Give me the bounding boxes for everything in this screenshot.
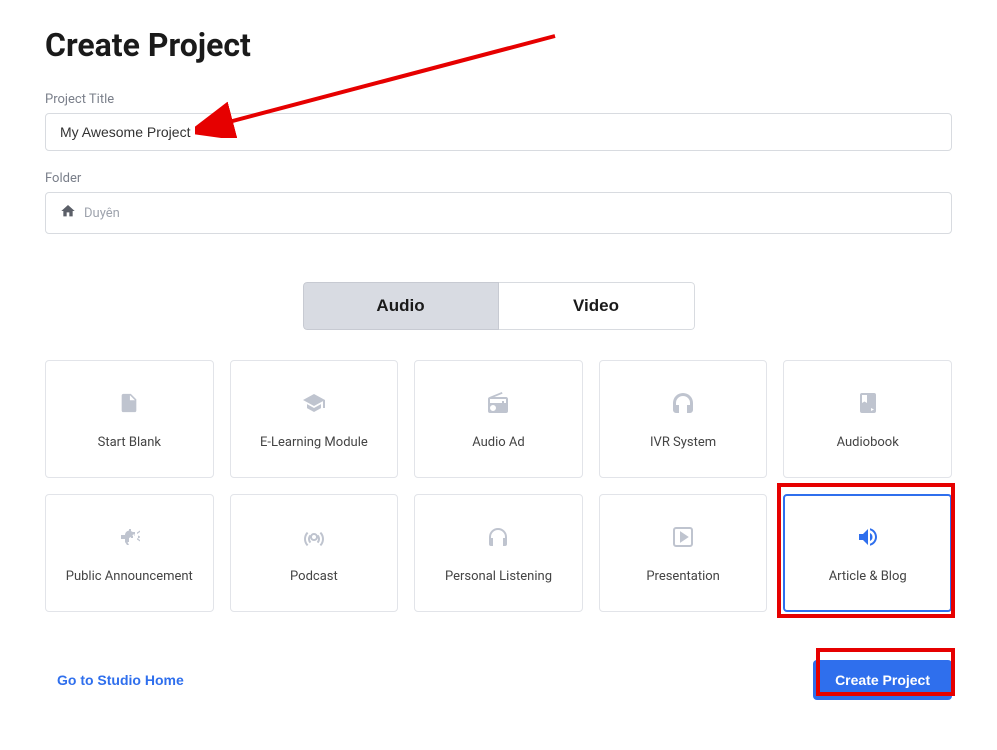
type-card-audiobook[interactable]: Audiobook (783, 360, 952, 478)
type-card-audio-ad[interactable]: Audio Ad (414, 360, 583, 478)
create-project-button[interactable]: Create Project (813, 660, 952, 700)
volume-icon (856, 525, 880, 549)
project-title-field: Project Title (45, 92, 952, 151)
page-title: Create Project (45, 26, 952, 64)
card-label: E-Learning Module (260, 435, 368, 450)
type-card-start-blank[interactable]: Start Blank (45, 360, 214, 478)
tab-video[interactable]: Video (499, 282, 695, 330)
type-card-presentation[interactable]: Presentation (599, 494, 768, 612)
type-card-personal-listening[interactable]: Personal Listening (414, 494, 583, 612)
tab-audio[interactable]: Audio (303, 282, 499, 330)
file-icon (118, 391, 140, 415)
studio-home-link[interactable]: Go to Studio Home (45, 662, 196, 698)
type-card-public-announcement[interactable]: Public Announcement (45, 494, 214, 612)
broadcast-icon (302, 525, 326, 549)
card-label: Audio Ad (472, 435, 525, 450)
card-label: Personal Listening (445, 569, 552, 584)
folder-label: Folder (45, 171, 952, 186)
megaphone-icon (117, 525, 141, 549)
graduation-icon (302, 391, 326, 415)
card-label: Start Blank (98, 435, 161, 450)
type-card-article-blog[interactable]: Article & Blog (783, 494, 952, 612)
card-label: Podcast (290, 569, 338, 584)
home-icon (60, 203, 76, 223)
folder-field: Folder Duyên (45, 171, 952, 234)
type-card-podcast[interactable]: Podcast (230, 494, 399, 612)
media-type-toggle: Audio Video (45, 282, 952, 330)
type-card-ivr[interactable]: IVR System (599, 360, 768, 478)
project-title-input[interactable] (45, 113, 952, 151)
radio-icon (486, 391, 510, 415)
book-icon (856, 391, 880, 415)
folder-input[interactable]: Duyên (45, 192, 952, 234)
project-title-label: Project Title (45, 92, 952, 107)
project-type-grid: Start Blank E-Learning Module Audio Ad I… (45, 360, 952, 612)
card-label: Public Announcement (66, 569, 193, 584)
card-label: Presentation (646, 569, 720, 584)
play-square-icon (671, 525, 695, 549)
headset-icon (671, 391, 695, 415)
folder-value: Duyên (84, 206, 120, 221)
headphones-icon (486, 525, 510, 549)
bottom-actions: Go to Studio Home Create Project (45, 660, 952, 700)
type-card-elearning[interactable]: E-Learning Module (230, 360, 399, 478)
card-label: IVR System (650, 435, 716, 450)
card-label: Audiobook (837, 435, 899, 450)
card-label: Article & Blog (829, 569, 907, 584)
